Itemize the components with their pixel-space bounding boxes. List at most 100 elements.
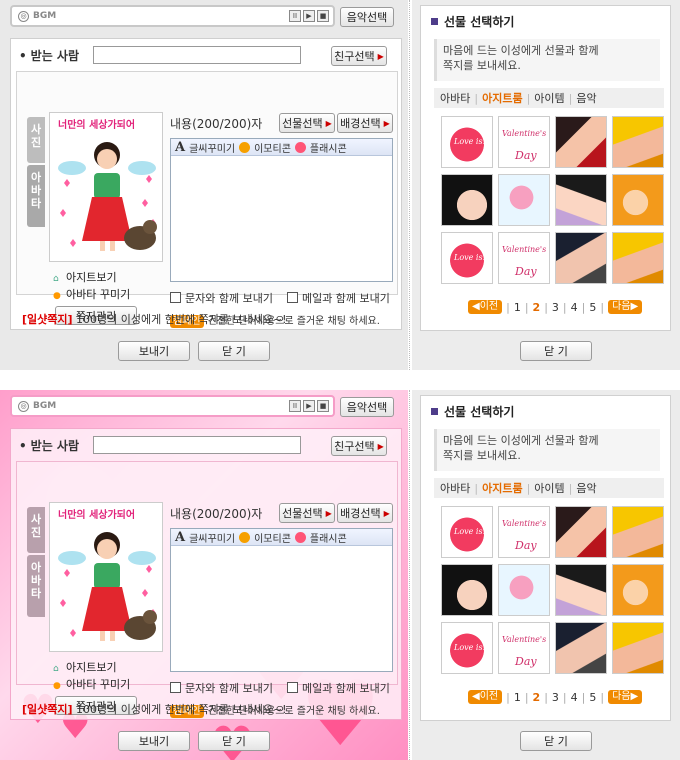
- tab-agit-room[interactable]: 아지트룸: [482, 90, 522, 106]
- font-deco-button[interactable]: 글씨꾸미기: [189, 140, 235, 155]
- gift-thumb[interactable]: [498, 564, 550, 616]
- gift-select-button[interactable]: 선물선택 ▶: [279, 113, 335, 133]
- promo-text[interactable]: [일샷쪽지] 100명의 이성에게 한번에 쪽지를 보내세요~!: [22, 311, 287, 327]
- page-1[interactable]: 1: [514, 301, 521, 314]
- friend-select-button[interactable]: 친구선택 ▶: [331, 436, 387, 456]
- next-page-button[interactable]: 다음▶: [608, 690, 643, 704]
- send-button[interactable]: 보내기: [118, 341, 190, 361]
- friend-select-button[interactable]: 친구선택 ▶: [331, 46, 387, 66]
- music-select-button[interactable]: 음악선택: [340, 7, 394, 27]
- gift-thumb[interactable]: [612, 622, 664, 674]
- gift-thumb[interactable]: [555, 622, 607, 674]
- background-select-button[interactable]: 배경선택 ▶: [337, 113, 393, 133]
- gift-thumb[interactable]: [612, 232, 664, 284]
- compose-inner: 사진 아바타 너만의 세상가되어 ⌂ 아지트보기 ● 아바타 꾸미기 쪽지관리 …: [16, 461, 398, 718]
- pagination: ◀이전 | 1 | 2 | 3 | 4 | 5 | 다음▶: [468, 690, 643, 704]
- tab-music[interactable]: 음악: [576, 480, 596, 496]
- recipient-label: • 받는 사람: [19, 439, 80, 453]
- gift-thumb[interactable]: [612, 564, 664, 616]
- agit-link[interactable]: ⌂ 아지트보기: [53, 660, 130, 677]
- close-button[interactable]: 닫 기: [198, 341, 270, 361]
- gift-thumb[interactable]: Valentine's Day: [498, 232, 550, 284]
- gift-select-button[interactable]: 선물선택 ▶: [279, 503, 335, 523]
- gift-thumb[interactable]: Valentine's Day: [498, 622, 550, 674]
- gift-thumb[interactable]: [612, 116, 664, 168]
- compose-inner: 사진 아바타 너만의 세상가되어 ⌂ 아지트보기 ● 아바타 꾸미기 쪽지관리 …: [16, 71, 398, 328]
- page-3[interactable]: 3: [552, 301, 559, 314]
- flashcon-button[interactable]: 플래시콘: [310, 530, 347, 545]
- tab-item[interactable]: 아이템: [534, 90, 564, 106]
- gift-thumb[interactable]: Valentine's Day: [498, 116, 550, 168]
- page-2[interactable]: 2: [533, 691, 541, 704]
- mail-option[interactable]: 메일과 함께 보내기: [286, 680, 390, 696]
- tab-avatar-gift[interactable]: 아바타: [440, 90, 470, 106]
- gift-thumb[interactable]: [555, 232, 607, 284]
- pause-icon[interactable]: II: [289, 400, 301, 412]
- gift-thumb[interactable]: Love is..: [441, 622, 493, 674]
- play-icon[interactable]: ▶: [303, 10, 315, 22]
- play-icon[interactable]: ▶: [303, 400, 315, 412]
- gift-thumb[interactable]: [555, 506, 607, 558]
- stop-icon[interactable]: ■: [317, 400, 329, 412]
- pause-icon[interactable]: II: [289, 10, 301, 22]
- gift-close-button[interactable]: 닫 기: [520, 341, 592, 361]
- send-button[interactable]: 보내기: [118, 731, 190, 751]
- sms-option[interactable]: 문자와 함께 보내기: [170, 680, 273, 696]
- gift-thumb[interactable]: [555, 564, 607, 616]
- gift-thumb[interactable]: Love is..: [441, 232, 493, 284]
- gift-thumb[interactable]: [441, 174, 493, 226]
- recipient-input[interactable]: [93, 436, 301, 454]
- tab-photo[interactable]: 사진: [27, 507, 45, 553]
- agit-link[interactable]: ⌂ 아지트보기: [53, 270, 130, 287]
- background-select-button[interactable]: 배경선택 ▶: [337, 503, 393, 523]
- sms-option[interactable]: 문자와 함께 보내기: [170, 290, 273, 306]
- mail-option[interactable]: 메일과 함께 보내기: [286, 290, 390, 306]
- emoticon-button[interactable]: 이모티콘: [254, 140, 291, 155]
- avatar-deco-link[interactable]: ● 아바타 꾸미기: [53, 287, 130, 304]
- tab-music[interactable]: 음악: [576, 90, 596, 106]
- avatar-links: ⌂ 아지트보기 ● 아바타 꾸미기: [53, 270, 130, 304]
- page-3[interactable]: 3: [552, 691, 559, 704]
- gift-thumb[interactable]: Love is..: [441, 506, 493, 558]
- prev-page-button[interactable]: ◀이전: [468, 300, 503, 314]
- gift-thumb[interactable]: [555, 174, 607, 226]
- sms-checkbox[interactable]: [170, 682, 181, 693]
- mail-checkbox[interactable]: [286, 292, 298, 303]
- tab-avatar[interactable]: 아바타: [27, 165, 45, 227]
- promo-text[interactable]: [일샷쪽지] 100명의 이성에게 한번에 쪽지를 보내세요~!: [22, 701, 287, 717]
- tab-agit-room[interactable]: 아지트룸: [482, 480, 522, 496]
- tab-avatar-gift[interactable]: 아바타: [440, 480, 470, 496]
- gift-thumb[interactable]: [612, 174, 664, 226]
- next-page-button[interactable]: 다음▶: [608, 300, 643, 314]
- page-2[interactable]: 2: [533, 301, 541, 314]
- avatar-deco-link[interactable]: ● 아바타 꾸미기: [53, 677, 130, 694]
- tab-item[interactable]: 아이템: [534, 480, 564, 496]
- gift-close-button[interactable]: 닫 기: [520, 731, 592, 751]
- flashcon-button[interactable]: 플래시콘: [310, 140, 347, 155]
- close-button[interactable]: 닫 기: [198, 731, 270, 751]
- gift-thumb[interactable]: Love is..: [441, 116, 493, 168]
- page-5[interactable]: 5: [589, 691, 596, 704]
- mail-checkbox[interactable]: [286, 682, 298, 693]
- message-textarea[interactable]: A 글씨꾸미기 이모티콘 플래시콘: [170, 138, 393, 282]
- stop-icon[interactable]: ■: [317, 10, 329, 22]
- page-4[interactable]: 4: [571, 691, 578, 704]
- gift-thumb[interactable]: [441, 564, 493, 616]
- divider: [409, 390, 410, 760]
- page-5[interactable]: 5: [589, 301, 596, 314]
- emoticon-button[interactable]: 이모티콘: [254, 530, 291, 545]
- gift-thumb[interactable]: Valentine's Day: [498, 506, 550, 558]
- page-1[interactable]: 1: [514, 691, 521, 704]
- page-4[interactable]: 4: [571, 301, 578, 314]
- message-textarea[interactable]: A 글씨꾸미기 이모티콘 플래시콘: [170, 528, 393, 672]
- tab-photo[interactable]: 사진: [27, 117, 45, 163]
- music-select-button[interactable]: 음악선택: [340, 397, 394, 417]
- gift-thumb[interactable]: [498, 174, 550, 226]
- sms-checkbox[interactable]: [170, 292, 181, 303]
- prev-page-button[interactable]: ◀이전: [468, 690, 503, 704]
- gift-thumb[interactable]: [612, 506, 664, 558]
- gift-thumb[interactable]: [555, 116, 607, 168]
- recipient-input[interactable]: [93, 46, 301, 64]
- font-deco-button[interactable]: 글씨꾸미기: [189, 530, 235, 545]
- tab-avatar[interactable]: 아바타: [27, 555, 45, 617]
